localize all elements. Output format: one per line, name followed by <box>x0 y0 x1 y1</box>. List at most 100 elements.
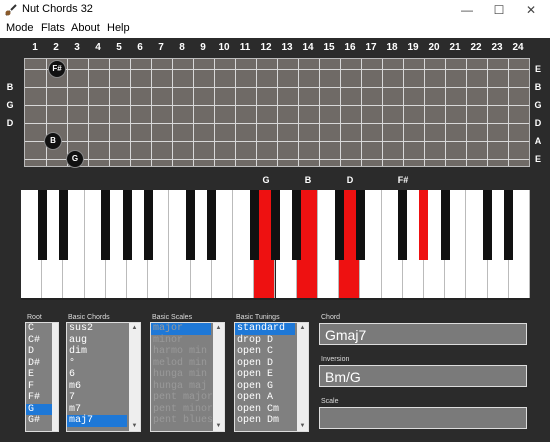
inversion-field[interactable]: Bm/G <box>319 365 527 387</box>
fretboard[interactable] <box>24 58 530 167</box>
black-key[interactable] <box>207 190 217 260</box>
black-key[interactable] <box>419 190 429 260</box>
fret-number: 19 <box>407 42 419 53</box>
fret-line <box>508 59 509 166</box>
scroll-up-icon[interactable]: ▲ <box>297 323 308 333</box>
basic-tunings-label: Basic Tunings <box>236 314 280 321</box>
black-key[interactable] <box>334 190 344 260</box>
fret-number: 2 <box>53 42 59 53</box>
fret-line <box>382 59 383 166</box>
fret-number: 24 <box>512 42 524 53</box>
string-name-right: G <box>534 100 542 110</box>
root-label: Root <box>27 314 42 321</box>
note-label: B <box>304 175 312 185</box>
black-key[interactable] <box>271 190 280 260</box>
title-bar: Nut Chords 32 — ☐ ✕ <box>0 0 550 20</box>
fret-line <box>424 59 425 166</box>
fret-line <box>151 59 152 166</box>
string-name-left: D <box>6 118 14 128</box>
fret-number: 13 <box>281 42 293 53</box>
fret-number: 9 <box>200 42 206 53</box>
menu-flats[interactable]: Flats <box>41 22 65 34</box>
string-name-right: E <box>534 154 541 164</box>
minimize-button[interactable]: — <box>452 0 482 20</box>
menu-mode[interactable]: Mode <box>6 22 34 34</box>
fret-line <box>235 59 236 166</box>
menu-bar: Mode Flats About Help <box>0 20 550 38</box>
fret-line <box>193 59 194 166</box>
scroll-up-icon[interactable]: ▲ <box>129 323 140 333</box>
black-key[interactable] <box>186 190 196 260</box>
black-key[interactable] <box>122 190 132 260</box>
fret-line <box>214 59 215 166</box>
menu-help[interactable]: Help <box>107 22 130 34</box>
root-list[interactable]: C C# D D# E F F# G G# <box>25 322 59 432</box>
chord-field[interactable]: Gmaj7 <box>319 323 527 345</box>
maximize-button[interactable]: ☐ <box>484 0 514 20</box>
piano-keyboard[interactable] <box>21 190 530 300</box>
fret-line <box>277 59 278 166</box>
fret-number: 6 <box>137 42 143 53</box>
string-name-right: E <box>534 64 541 74</box>
fret-number: 20 <box>428 42 440 53</box>
fret-number: 16 <box>344 42 356 53</box>
black-key[interactable] <box>292 190 302 260</box>
string-name-right: D <box>534 118 542 128</box>
string-name-left: B <box>6 82 14 92</box>
fret-line <box>67 59 68 166</box>
fret-number: 12 <box>260 42 272 53</box>
black-key[interactable] <box>101 190 111 260</box>
list-item[interactable]: major <box>151 323 211 335</box>
fret-line <box>46 59 47 166</box>
fret-line <box>340 59 341 166</box>
inversion-label: Inversion <box>321 356 350 363</box>
black-key[interactable] <box>249 190 259 260</box>
black-key[interactable] <box>440 190 450 260</box>
black-key[interactable] <box>143 190 153 260</box>
menu-about[interactable]: About <box>71 22 100 34</box>
scroll-down-icon[interactable]: ▼ <box>213 421 224 431</box>
fret-number: 5 <box>116 42 122 53</box>
black-key[interactable] <box>398 190 408 260</box>
fret-number: 10 <box>218 42 230 53</box>
fret-number: 17 <box>365 42 377 53</box>
scrollbar[interactable] <box>52 323 58 431</box>
scrollbar[interactable]: ▲ ▼ <box>129 323 140 431</box>
basic-chords-list[interactable]: sus2 aug dim ° 6 m6 7 m7 maj7 ▲ ▼ <box>66 322 141 432</box>
scrollbar[interactable]: ▲ ▼ <box>297 323 308 431</box>
black-key[interactable] <box>504 190 514 260</box>
list-item[interactable]: standard <box>235 323 295 335</box>
black-key[interactable] <box>58 190 68 260</box>
list-item[interactable]: maj7 <box>67 415 127 427</box>
fret-line <box>109 59 110 166</box>
scroll-down-icon[interactable]: ▼ <box>129 421 140 431</box>
basic-scales-list[interactable]: major minor harmo min melod min hunga mi… <box>150 322 225 432</box>
string-name-right: B <box>534 82 542 92</box>
guitar-icon <box>5 4 17 16</box>
black-key[interactable] <box>37 190 47 260</box>
basic-tunings-list[interactable]: standard drop D open C open D open E ope… <box>234 322 309 432</box>
fret-number: 18 <box>386 42 398 53</box>
fret-marker[interactable]: G <box>66 150 84 168</box>
fret-number: 3 <box>74 42 80 53</box>
fret-number: 23 <box>491 42 503 53</box>
note-label: G <box>262 175 270 185</box>
black-key[interactable] <box>355 190 365 260</box>
scroll-up-icon[interactable]: ▲ <box>213 323 224 333</box>
fret-line <box>361 59 362 166</box>
scale-field[interactable] <box>319 407 527 429</box>
fret-marker[interactable]: F# <box>48 60 66 78</box>
fret-number: 11 <box>239 42 251 53</box>
window-title: Nut Chords 32 <box>22 3 93 15</box>
fret-line <box>172 59 173 166</box>
basic-chords-label: Basic Chords <box>68 314 110 321</box>
fret-line <box>88 59 89 166</box>
fret-line <box>487 59 488 166</box>
close-button[interactable]: ✕ <box>516 0 546 20</box>
scrollbar[interactable]: ▲ ▼ <box>213 323 224 431</box>
fret-line <box>319 59 320 166</box>
scroll-down-icon[interactable]: ▼ <box>297 421 308 431</box>
fret-line <box>466 59 467 166</box>
fret-marker[interactable]: B <box>44 132 62 150</box>
black-key[interactable] <box>483 190 493 260</box>
